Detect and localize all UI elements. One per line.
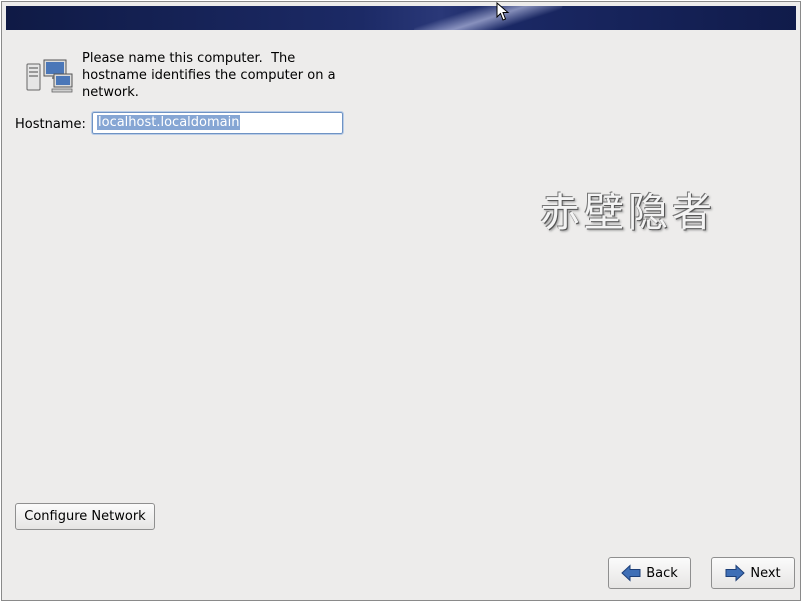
description-line-2: hostname identifies the computer on a xyxy=(82,68,336,83)
network-computers-icon xyxy=(26,59,73,93)
next-button[interactable]: Next xyxy=(711,557,795,589)
header-banner xyxy=(6,6,796,30)
watermark-text: 赤壁隐者 xyxy=(540,190,716,236)
hostname-description: Please name this computer. The hostname … xyxy=(82,50,352,101)
hostname-label: Hostname: xyxy=(15,117,86,132)
installer-window: Please name this computer. The hostname … xyxy=(1,1,801,601)
banner-streak xyxy=(405,6,567,30)
mouse-pointer-icon xyxy=(496,2,510,21)
back-button[interactable]: Back xyxy=(608,557,691,589)
arrow-right-icon xyxy=(725,564,746,582)
next-label: Next xyxy=(750,565,781,581)
configure-network-button[interactable]: Configure Network xyxy=(15,503,155,530)
configure-network-label: Configure Network xyxy=(24,509,146,524)
hostname-input[interactable]: localhost.localdomain xyxy=(91,111,344,135)
description-line-3: network. xyxy=(82,85,139,100)
arrow-left-icon xyxy=(621,564,641,582)
description-line-1: Please name this computer. The xyxy=(82,51,296,66)
back-label: Back xyxy=(646,565,678,581)
hostname-value: localhost.localdomain xyxy=(97,115,241,130)
